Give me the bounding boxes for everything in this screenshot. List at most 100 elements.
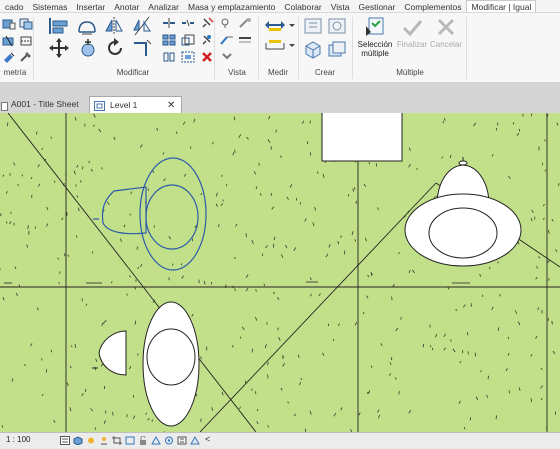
finish-button[interactable]: Finalizar: [395, 16, 429, 49]
linework-icon[interactable]: [220, 34, 234, 46]
reveal-hidden-icon[interactable]: [164, 436, 174, 445]
join-geometry-icon[interactable]: [19, 18, 33, 30]
menu-item-systems[interactable]: Sistemas: [27, 1, 71, 13]
ribbon-separator: [298, 17, 299, 79]
hide-in-view-icon[interactable]: [220, 17, 234, 29]
offset-icon[interactable]: [76, 16, 98, 36]
create-similar-icon[interactable]: [303, 17, 323, 35]
planter-element: [322, 113, 402, 161]
view-scale[interactable]: 1 : 100: [6, 435, 30, 444]
view-tab-strip: A001 - Title Sheet Level 1 ✕: [0, 83, 560, 113]
lamp-fixture-left: [92, 302, 199, 426]
move-icon[interactable]: [48, 37, 70, 59]
group-label-create: Crear: [300, 68, 350, 77]
multi-select-button[interactable]: Selección múltiple: [355, 16, 395, 58]
lamp-fixture-right: [405, 157, 521, 266]
measure-between-icon[interactable]: [264, 19, 286, 31]
delete-icon[interactable]: [200, 51, 214, 63]
menu-bar: cadoSistemasInsertarAnotarAnalizarMasa y…: [0, 0, 560, 13]
menu-item-view[interactable]: Vista: [326, 1, 354, 13]
menu-item-insert[interactable]: Insertar: [71, 1, 109, 13]
group-label-geometry: metría: [0, 68, 30, 77]
hide-elements-icon[interactable]: [220, 51, 234, 63]
scale-icon[interactable]: [181, 34, 195, 46]
multi-select-icon: [363, 16, 387, 38]
line-style-icon[interactable]: [238, 34, 252, 46]
shadows-icon[interactable]: [99, 436, 109, 445]
pin-icon[interactable]: [200, 34, 214, 46]
demolish-icon[interactable]: [19, 51, 33, 63]
menu-item-addins[interactable]: Complementos: [399, 1, 465, 13]
ribbon-separator: [352, 17, 353, 79]
cope-icon[interactable]: [2, 18, 16, 30]
show-crop-region-icon[interactable]: [125, 436, 135, 445]
floor-plan-icon: [94, 100, 105, 110]
tab-a001-title-sheet[interactable]: A001 - Title Sheet: [0, 96, 86, 113]
create-parts-icon[interactable]: [303, 40, 323, 60]
group-label-view: Vista: [217, 68, 257, 77]
array-icon[interactable]: [162, 34, 176, 46]
copy-icon[interactable]: [77, 37, 99, 59]
sun-path-icon[interactable]: [86, 436, 96, 445]
drawing-area[interactable]: [0, 113, 560, 432]
detail-level-icon[interactable]: [60, 436, 70, 445]
expand-chevron-icon[interactable]: <: [205, 434, 210, 444]
plan-canvas[interactable]: [0, 113, 560, 432]
menu-item-collaborate[interactable]: Colaborar: [279, 1, 325, 13]
tab-label: Level 1: [110, 97, 137, 114]
create-assembly-icon[interactable]: [327, 17, 347, 35]
lamp-fixture-selected: [93, 158, 206, 270]
temporary-view-properties-icon[interactable]: [177, 436, 187, 445]
group-label-modify: Modificar: [98, 68, 168, 77]
ribbon-separator: [466, 17, 467, 79]
create-group-icon[interactable]: [327, 40, 347, 60]
tab-label: A001 - Title Sheet: [11, 96, 79, 113]
grid-line-marks: [4, 282, 470, 283]
reference-lines: [0, 113, 560, 432]
cancel-x-icon: [434, 16, 458, 38]
unpin-icon[interactable]: [200, 17, 214, 29]
group-label-multiple: Múltiple: [355, 68, 465, 77]
checkmark-icon: [400, 16, 424, 38]
align-icon[interactable]: [47, 16, 71, 36]
trim-extend-icon[interactable]: [131, 37, 153, 59]
override-graphics-icon[interactable]: [238, 17, 252, 29]
dimension-dropdown-icon[interactable]: [288, 41, 296, 49]
aligned-dimension-icon[interactable]: [264, 39, 286, 51]
ribbon-separator: [214, 17, 215, 79]
menu-item-analyze[interactable]: Analizar: [143, 1, 183, 13]
grass-hatch-pattern: [0, 114, 559, 432]
cancel-button[interactable]: Cancelar: [429, 16, 463, 49]
tab-level-1[interactable]: Level 1 ✕: [89, 96, 182, 114]
sheet-icon: [1, 100, 8, 109]
crop-view-icon[interactable]: [112, 436, 122, 445]
ribbon: metría Modificar Vista Medir Crear Selec…: [0, 13, 560, 83]
mirror-duplicate-icon[interactable]: [162, 51, 176, 63]
menu-item-manage[interactable]: Gestionar: [353, 1, 399, 13]
menu-item-analytical[interactable]: cado: [0, 1, 27, 13]
tab-close-icon[interactable]: ✕: [167, 97, 175, 114]
view-control-bar: 1 : 100 <: [0, 432, 560, 449]
cancel-label: Cancelar: [429, 40, 463, 49]
cut-geometry-icon[interactable]: [2, 35, 16, 47]
group-icon[interactable]: [181, 51, 195, 63]
measure-dropdown-icon[interactable]: [288, 21, 296, 29]
multi-select-label-2: múltiple: [355, 49, 395, 58]
multi-select-label-1: Selección: [355, 40, 395, 49]
mirror-pick-axis-icon[interactable]: [103, 16, 125, 36]
unlock-3d-view-icon[interactable]: [138, 436, 148, 445]
analytical-model-icon[interactable]: [190, 436, 200, 445]
menu-item-massing-site[interactable]: Masa y emplazamiento: [183, 1, 279, 13]
mirror-draw-axis-icon[interactable]: [131, 16, 153, 36]
ribbon-separator: [33, 17, 34, 79]
visual-style-icon[interactable]: [73, 436, 83, 445]
split-element-icon[interactable]: [162, 17, 176, 29]
menu-item-annotate[interactable]: Anotar: [109, 1, 143, 13]
menu-item-modify-contextual[interactable]: Modificar | Igual: [466, 0, 537, 12]
paint-icon[interactable]: [2, 51, 16, 63]
split-face-icon[interactable]: [19, 35, 33, 47]
split-with-gap-icon[interactable]: [181, 17, 195, 29]
group-label-measure: Medir: [258, 68, 298, 77]
temporary-hide-icon[interactable]: [151, 436, 161, 445]
rotate-icon[interactable]: [104, 37, 126, 59]
